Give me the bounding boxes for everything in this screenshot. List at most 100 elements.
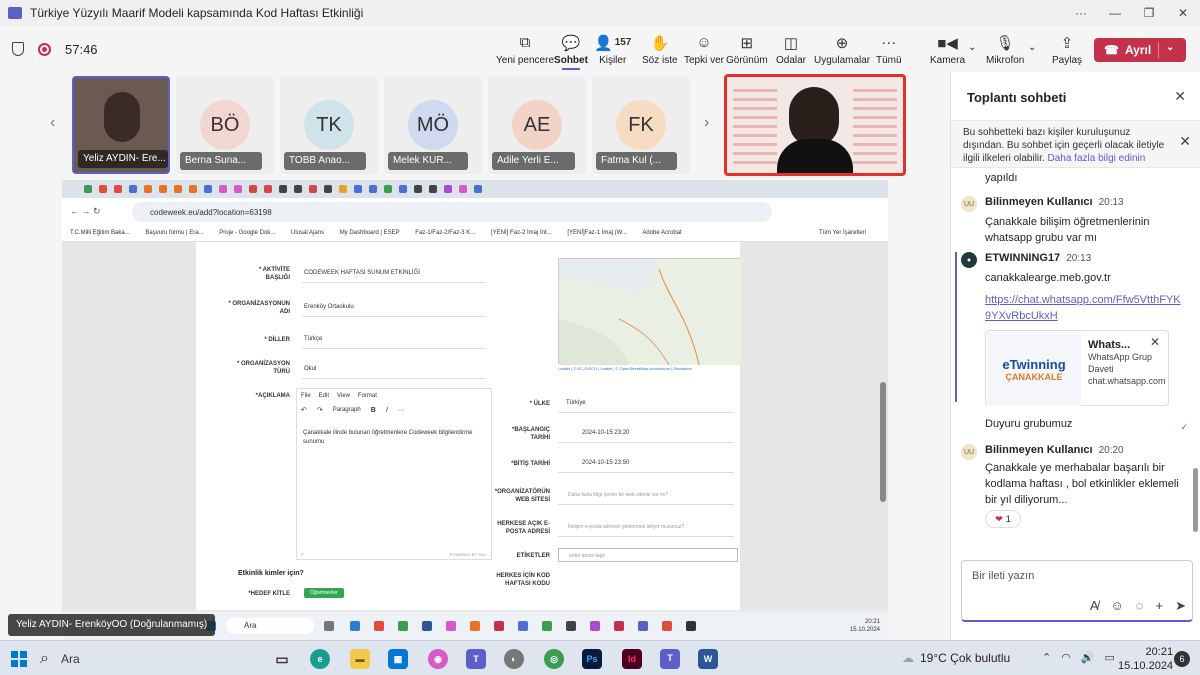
message-compose-box[interactable]: Bir ileti yazın A̸ ☺ ◌ + ➤: [961, 560, 1193, 622]
participant-tile[interactable]: AE Adile Yerli E...: [488, 76, 586, 174]
weather-widget[interactable]: ☁ 19°C Çok bulutlu: [902, 651, 1010, 665]
whatsapp-link[interactable]: https://chat.whatsapp.com/Ffw5VtthFYK9YX…: [985, 292, 1181, 324]
chat-button[interactable]: 💬 Sohbet: [554, 28, 588, 70]
shield-icon[interactable]: [12, 42, 24, 56]
speaker-icon[interactable]: 🔊: [1081, 651, 1095, 664]
app-icon[interactable]: ◐: [504, 649, 524, 669]
wifi-icon[interactable]: ◠: [1061, 651, 1071, 664]
more-button[interactable]: ··· Tümü: [876, 28, 902, 70]
start-button[interactable]: [11, 651, 27, 667]
loop-icon[interactable]: ◌: [1136, 598, 1144, 614]
bookmark[interactable]: My Dashboard | ESEP: [340, 230, 400, 236]
leave-options-chevron-icon[interactable]: ⌄: [1166, 42, 1174, 53]
bookmark[interactable]: Ulusal Ajans: [291, 230, 324, 236]
paragraph-style-select[interactable]: Paragraph: [333, 407, 361, 413]
chrome-icon[interactable]: ◎: [544, 649, 564, 669]
editor-menu-file[interactable]: File: [301, 393, 311, 399]
bookmark[interactable]: Faz-1/Faz-2/Faz-3 K...: [415, 230, 475, 236]
undo-icon[interactable]: ↶: [301, 406, 307, 414]
app-icon: [590, 621, 600, 631]
photos-icon[interactable]: ◉: [428, 649, 448, 669]
maximize-button[interactable]: ❐: [1132, 0, 1166, 26]
bookmark[interactable]: T.C.Milli Eğitim Baka...: [70, 230, 130, 236]
mic-options-chevron-icon[interactable]: ⌄: [1028, 42, 1036, 53]
participant-tile[interactable]: FK Fatma Kul (...: [592, 76, 690, 174]
heart-reaction[interactable]: ❤ 1: [985, 510, 1021, 528]
page-scrollbar[interactable]: [880, 382, 886, 502]
participant-tile[interactable]: TK TOBB Anao...: [280, 76, 378, 174]
participant-tile[interactable]: Yeliz AYDIN- Ere...: [72, 76, 170, 174]
emoji-icon[interactable]: ☺: [1110, 598, 1123, 614]
close-chat-icon[interactable]: ✕: [1174, 88, 1186, 105]
word-icon[interactable]: W: [698, 649, 718, 669]
browser-tabs[interactable]: [62, 180, 888, 198]
location-map[interactable]: [558, 258, 741, 366]
store-icon[interactable]: ▦: [388, 649, 408, 669]
teams-active-icon[interactable]: T: [660, 649, 680, 669]
chevron-right-icon[interactable]: ›: [704, 114, 709, 132]
close-button[interactable]: ✕: [1166, 0, 1200, 26]
participant-tile[interactable]: BÖ Berna Suna...: [176, 76, 274, 174]
chevron-left-icon[interactable]: ‹: [50, 114, 55, 132]
battery-icon[interactable]: ▭: [1105, 651, 1115, 664]
more-options-icon[interactable]: ···: [1064, 0, 1098, 26]
bookmark[interactable]: [YENİ] Faz-2 İmaj İnt...: [491, 230, 552, 236]
task-view-icon[interactable]: ▭: [272, 649, 292, 669]
indesign-icon[interactable]: Id: [622, 649, 642, 669]
minimize-button[interactable]: —: [1098, 0, 1132, 26]
format-icon[interactable]: A̸: [1090, 598, 1099, 614]
popout-button[interactable]: ⧉ Yeni pencere: [496, 28, 554, 70]
file-explorer-icon[interactable]: ▬: [350, 649, 370, 669]
bookmark[interactable]: Adobe Acrobat: [642, 230, 681, 236]
react-button[interactable]: ☺ Tepki ver: [684, 28, 724, 70]
close-preview-icon[interactable]: ✕: [1150, 335, 1160, 349]
photoshop-icon[interactable]: Ps: [582, 649, 602, 669]
rooms-button[interactable]: ◫ Odalar: [776, 28, 806, 70]
italic-icon[interactable]: I: [386, 407, 388, 414]
share-button[interactable]: ⇪ Paylaş: [1052, 28, 1082, 70]
bookmark[interactable]: [YENİ]Faz-1 İmaj (W...: [567, 230, 627, 236]
participant-tile[interactable]: MÖ Melek KUR...: [384, 76, 482, 174]
camera-options-chevron-icon[interactable]: ⌄: [968, 42, 976, 53]
description-text[interactable]: Çanakkale ilinde bulunan öğretmenlere Co…: [303, 429, 483, 447]
editor-menu-format[interactable]: Format: [358, 393, 377, 399]
taskbar-search[interactable]: ⌕ Ara: [40, 650, 250, 668]
all-bookmarks[interactable]: Tüm Yer İşaretleri: [819, 230, 866, 236]
taskbar-clock[interactable]: 20:21 15.10.2024: [1118, 645, 1173, 673]
chevron-up-icon[interactable]: ⌃: [1042, 651, 1051, 664]
edge-icon[interactable]: e: [310, 649, 330, 669]
redo-icon[interactable]: ↷: [317, 406, 323, 414]
chat-scrollbar[interactable]: [1193, 468, 1198, 532]
editor-menu-view[interactable]: View: [337, 393, 350, 399]
shared-search: Ara: [226, 618, 314, 634]
notification-badge[interactable]: 6: [1174, 651, 1190, 667]
learn-more-link[interactable]: Daha fazla bilgi edinin: [1047, 153, 1145, 164]
camera-button[interactable]: ■◀ Kamera: [930, 28, 965, 70]
view-button[interactable]: ⊞ Görünüm: [726, 28, 768, 70]
description-editor[interactable]: File Edit View Format ↶ ↷ Paragraph B I …: [296, 388, 492, 560]
teams-icon[interactable]: T: [466, 649, 486, 669]
dismiss-notice-icon[interactable]: ✕: [1179, 134, 1191, 148]
url-field[interactable]: codeweek.eu/add?location=63198: [132, 202, 772, 222]
raise-hand-button[interactable]: ✋ Söz iste: [642, 28, 678, 70]
leave-button[interactable]: ☎ Ayrıl ⌄: [1094, 38, 1186, 62]
link-preview-card[interactable]: eTwinning ÇANAKKALE Whats... WhatsApp Gr…: [985, 330, 1169, 406]
mic-button[interactable]: 🎙 Mikrofon: [986, 28, 1024, 70]
active-speaker-tile[interactable]: [724, 74, 906, 176]
apps-button[interactable]: ⊕ Uygulamalar: [814, 28, 870, 70]
search-icon: ⌕: [40, 650, 49, 667]
send-icon[interactable]: ➤: [1175, 598, 1186, 614]
avatar: AE: [512, 100, 562, 150]
bookmark[interactable]: Proje - Google Dok...: [219, 230, 275, 236]
attach-icon[interactable]: +: [1156, 598, 1164, 614]
tags-input[interactable]: enter some tags: [558, 548, 738, 562]
more-icon[interactable]: ···: [398, 407, 405, 414]
bookmark[interactable]: Başvuru formu | Era...: [145, 230, 203, 236]
back-icon[interactable]: ← → ↻: [70, 206, 101, 217]
mic-icon: 🎙: [995, 34, 1015, 52]
editor-menu-edit[interactable]: Edit: [319, 393, 329, 399]
bold-icon[interactable]: B: [371, 407, 376, 414]
people-button[interactable]: 👤 157 Kişiler: [594, 28, 631, 70]
audience-tag[interactable]: Öğretmenler: [304, 588, 344, 598]
app-icon: [518, 621, 528, 631]
